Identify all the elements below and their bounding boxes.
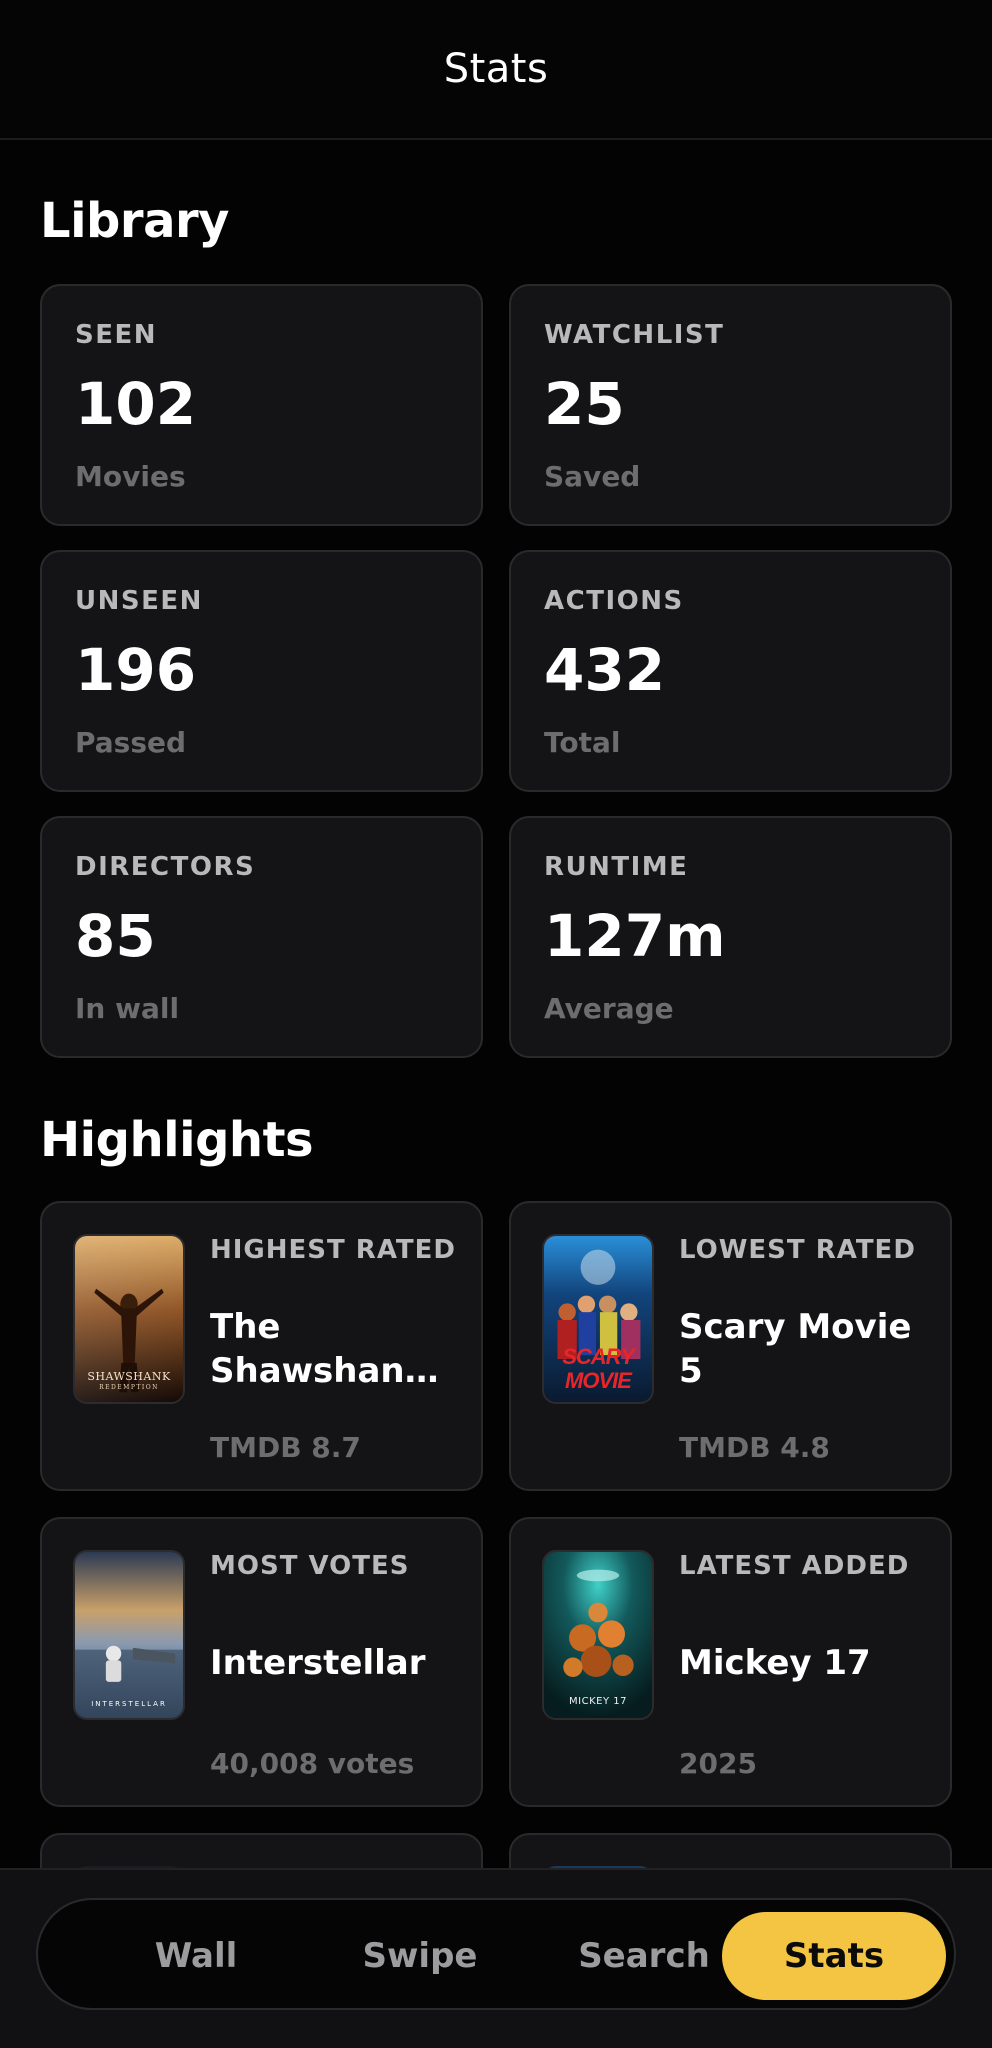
- stat-card-unseen[interactable]: UNSEEN 196 Passed: [40, 550, 483, 792]
- poster-title: MICKEY 17: [569, 1696, 627, 1707]
- highlight-meta: 2025: [679, 1747, 757, 1780]
- stat-card-actions[interactable]: ACTIONS 432 Total: [509, 550, 952, 792]
- stat-card-directors[interactable]: DIRECTORS 85 In wall: [40, 816, 483, 1058]
- highlight-label: HIGHEST RATED: [210, 1235, 457, 1265]
- highlight-label: LATEST ADDED: [679, 1551, 910, 1581]
- bottom-navigation: Wall Swipe Search Stats: [0, 1868, 992, 2048]
- highlight-movie-title: Interstellar: [210, 1643, 426, 1683]
- stat-sub: Average: [544, 992, 674, 1025]
- highlight-movie-title: Mickey 17: [679, 1643, 871, 1683]
- highlight-label: LOWEST RATED: [679, 1235, 916, 1265]
- stat-sub: Total: [544, 726, 621, 759]
- highlight-meta: TMDB 4.8: [679, 1431, 830, 1464]
- highlight-movie-title: The Shawshan…: [210, 1307, 439, 1391]
- movie-poster: SHAWSHANK REDEMPTION: [73, 1234, 185, 1404]
- top-bar: Stats: [0, 0, 992, 140]
- stat-label: UNSEEN: [75, 586, 203, 616]
- library-heading: Library: [40, 193, 229, 249]
- poster-title: INTERSTELLAR: [91, 1700, 167, 1708]
- highlight-label: MOST VOTES: [210, 1551, 410, 1581]
- stat-card-runtime[interactable]: RUNTIME 127m Average: [509, 816, 952, 1058]
- movie-poster: SCARY MOVIE: [542, 1234, 654, 1404]
- tab-wall[interactable]: Wall: [84, 1912, 308, 2000]
- highlight-card-highest-rated[interactable]: SHAWSHANK REDEMPTION HIGHEST RATED The S…: [40, 1201, 483, 1491]
- stat-sub: Saved: [544, 460, 641, 493]
- stat-label: RUNTIME: [544, 852, 689, 882]
- highlight-meta: 40,008 votes: [210, 1747, 415, 1780]
- stat-label: ACTIONS: [544, 586, 684, 616]
- stat-sub: Passed: [75, 726, 187, 759]
- movie-poster: MICKEY 17: [542, 1550, 654, 1720]
- stat-value: 102: [75, 370, 197, 438]
- stat-sub: In wall: [75, 992, 180, 1025]
- tab-bar: Wall Swipe Search Stats: [36, 1898, 956, 2010]
- highlights-heading: Highlights: [40, 1112, 314, 1168]
- stat-sub: Movies: [75, 460, 186, 493]
- stat-label: WATCHLIST: [544, 320, 725, 350]
- poster-subtitle: MOVIE: [565, 1368, 632, 1393]
- highlight-card-lowest-rated[interactable]: SCARY MOVIE LOWEST RATED Scary Movie 5 T…: [509, 1201, 952, 1491]
- poster-title: SCARY: [562, 1344, 635, 1369]
- highlight-card-latest-added[interactable]: MICKEY 17 LATEST ADDED Mickey 17 2025: [509, 1517, 952, 1807]
- poster-title: SHAWSHANK: [87, 1370, 171, 1383]
- stats-screen: Stats Library SEEN 102 Movies WATCHLIST …: [0, 0, 992, 2048]
- tab-stats[interactable]: Stats: [722, 1912, 946, 2000]
- stat-label: SEEN: [75, 320, 158, 350]
- stat-value: 196: [75, 636, 197, 704]
- stat-label: DIRECTORS: [75, 852, 256, 882]
- movie-poster: INTERSTELLAR: [73, 1550, 185, 1720]
- highlight-movie-title: Scary Movie 5: [679, 1307, 912, 1391]
- stat-card-seen[interactable]: SEEN 102 Movies: [40, 284, 483, 526]
- stat-card-watchlist[interactable]: WATCHLIST 25 Saved: [509, 284, 952, 526]
- stat-value: 25: [544, 370, 625, 438]
- stat-value: 432: [544, 636, 666, 704]
- highlight-meta: TMDB 8.7: [210, 1431, 361, 1464]
- poster-subtitle: REDEMPTION: [99, 1384, 159, 1391]
- page-title: Stats: [443, 46, 549, 92]
- highlight-card-most-votes[interactable]: INTERSTELLAR MOST VOTES Interstellar 40,…: [40, 1517, 483, 1807]
- stat-value: 127m: [544, 902, 726, 970]
- stat-value: 85: [75, 902, 156, 970]
- tab-swipe[interactable]: Swipe: [308, 1912, 532, 2000]
